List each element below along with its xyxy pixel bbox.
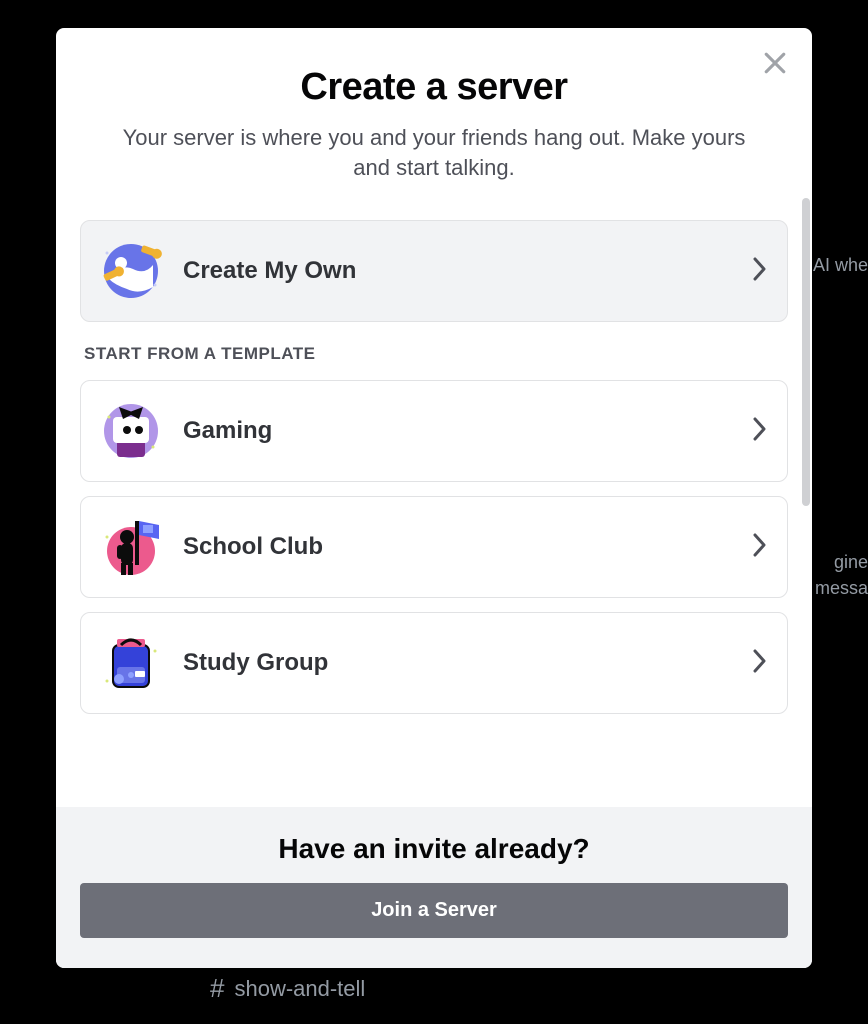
modal-subtitle: Your server is where you and your friend…: [86, 123, 782, 182]
chevron-right-icon: [751, 531, 767, 564]
option-study-group[interactable]: Study Group: [80, 612, 788, 714]
gaming-icon: [95, 395, 167, 467]
channel-name: show-and-tell: [234, 976, 365, 1002]
option-label: School Club: [183, 533, 751, 561]
modal-body: Create My Own START FROM A TEMPLATE: [56, 192, 812, 807]
join-server-button[interactable]: Join a Server: [80, 883, 788, 938]
scrollbar-thumb[interactable]: [802, 198, 810, 506]
school-club-icon: [95, 511, 167, 583]
close-button[interactable]: [760, 48, 790, 78]
option-label: Create My Own: [183, 257, 751, 285]
close-icon: [760, 48, 790, 78]
modal-footer: Have an invite already? Join a Server: [56, 807, 812, 968]
backdrop-text: gine: [834, 552, 868, 573]
background-channel: # show-and-tell: [210, 973, 365, 1004]
create-my-own-icon: [95, 235, 167, 307]
modal-title: Create a server: [86, 66, 782, 109]
chevron-right-icon: [751, 415, 767, 448]
template-section-label: START FROM A TEMPLATE: [84, 344, 788, 364]
footer-title: Have an invite already?: [80, 833, 788, 865]
study-group-icon: [95, 627, 167, 699]
create-server-modal: Create a server Your server is where you…: [56, 28, 812, 968]
option-label: Study Group: [183, 649, 751, 677]
backdrop-text: t messa: [805, 578, 868, 599]
chevron-right-icon: [751, 255, 767, 288]
chevron-right-icon: [751, 647, 767, 680]
modal-header: Create a server Your server is where you…: [56, 28, 812, 192]
option-school-club[interactable]: School Club: [80, 496, 788, 598]
option-create-my-own[interactable]: Create My Own: [80, 220, 788, 322]
backdrop-text: AI whe: [813, 255, 868, 276]
option-gaming[interactable]: Gaming: [80, 380, 788, 482]
option-label: Gaming: [183, 417, 751, 445]
hash-icon: #: [210, 973, 224, 1004]
